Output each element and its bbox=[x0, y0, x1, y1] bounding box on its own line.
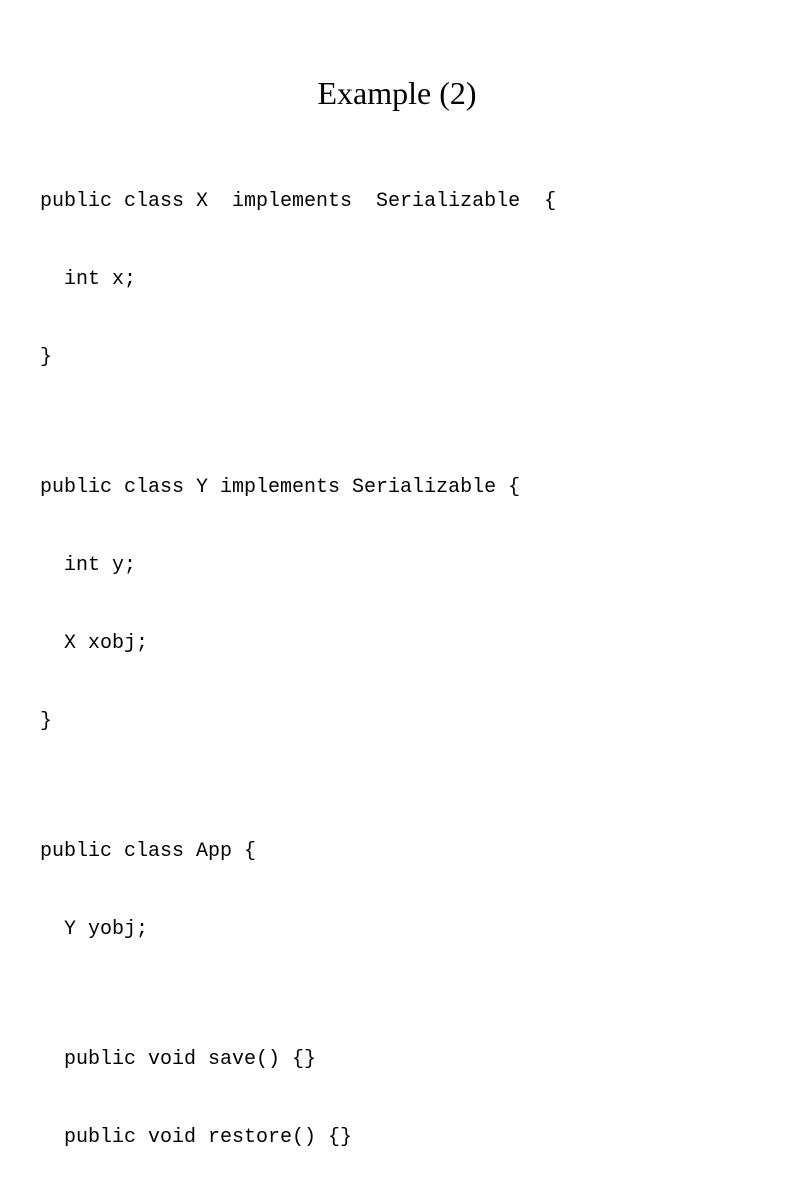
code-block: public class X implements Serializable {… bbox=[40, 137, 754, 1190]
code-line: X xobj; bbox=[40, 631, 754, 657]
code-line: public class Y implements Serializable { bbox=[40, 475, 754, 501]
code-line: int y; bbox=[40, 553, 754, 579]
code-line: public void save() {} bbox=[40, 1047, 754, 1073]
slide: Example (2) public class X implements Se… bbox=[0, 0, 794, 1190]
slide-title: Example (2) bbox=[40, 75, 754, 112]
code-line: public class App { bbox=[40, 839, 754, 865]
code-line: public class X implements Serializable { bbox=[40, 189, 754, 215]
code-line: Y yobj; bbox=[40, 917, 754, 943]
code-line: } bbox=[40, 345, 754, 371]
code-line: } bbox=[40, 709, 754, 735]
code-line: public void restore() {} bbox=[40, 1125, 754, 1151]
code-line: int x; bbox=[40, 267, 754, 293]
